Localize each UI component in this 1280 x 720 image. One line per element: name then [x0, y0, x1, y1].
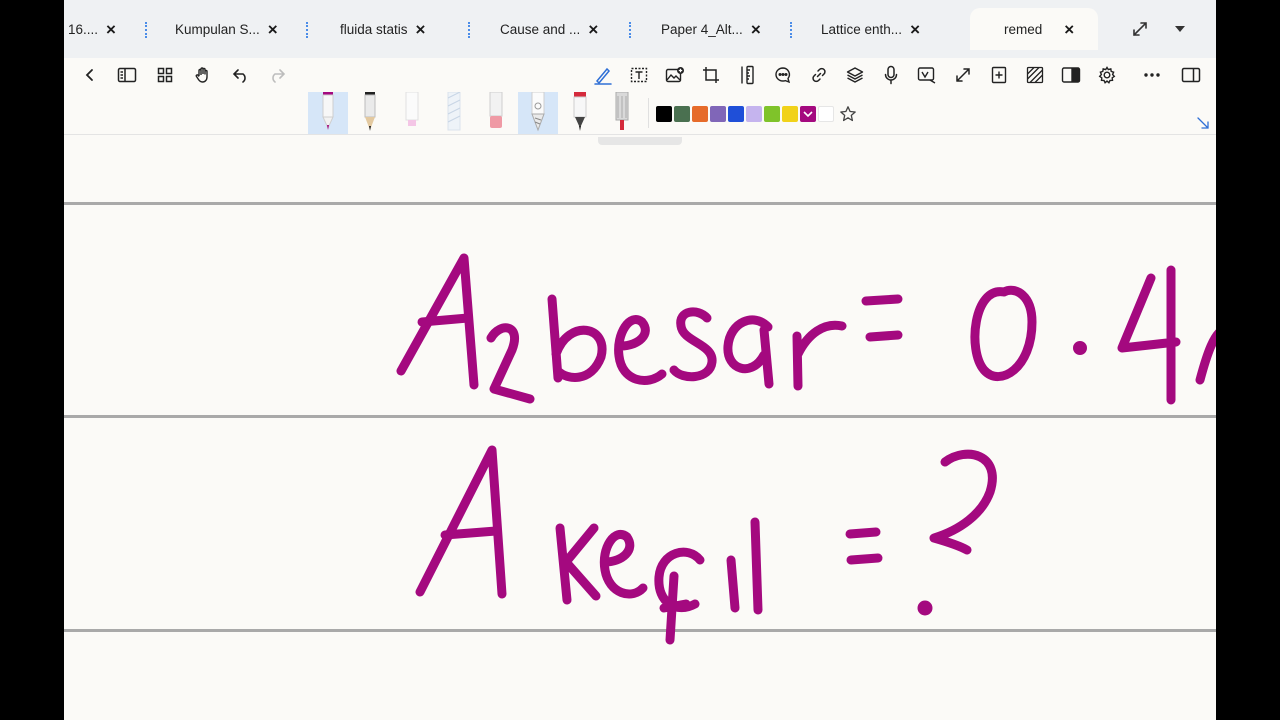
ink-stroke-A-bar	[417, 313, 473, 327]
ink-stroke-subscript-2	[486, 323, 535, 404]
ink-stroke-question	[929, 449, 997, 555]
ink-stroke-s	[669, 307, 717, 382]
ink-stroke-zero	[970, 286, 1037, 381]
ink-stroke-l	[750, 517, 763, 615]
ink-stroke-b	[547, 294, 607, 383]
ink-stroke-k	[555, 523, 601, 605]
ink-stroke-four	[1117, 265, 1181, 405]
ink-stroke-r	[792, 320, 847, 391]
ink-stroke-question-dot	[917, 600, 933, 616]
ink-stroke-cut-letter	[1195, 329, 1216, 385]
ink-stroke-A2-bar	[440, 526, 501, 540]
ink-stroke-a	[723, 315, 774, 389]
ink-stroke-i	[726, 555, 740, 613]
ink-stroke-e2	[599, 530, 648, 599]
ink-stroke-decimal-point	[1073, 341, 1087, 355]
ink-stroke-equals	[861, 294, 903, 342]
handwriting-ink	[396, 253, 1216, 645]
notes-app-window: 16.... × Kumpulan S... × fluida statis ×…	[64, 0, 1216, 720]
ink-stroke-A2	[415, 445, 507, 599]
ink-stroke-e	[614, 315, 667, 385]
ink-stroke-c	[654, 547, 705, 645]
ink-stroke-equals2	[845, 527, 883, 565]
